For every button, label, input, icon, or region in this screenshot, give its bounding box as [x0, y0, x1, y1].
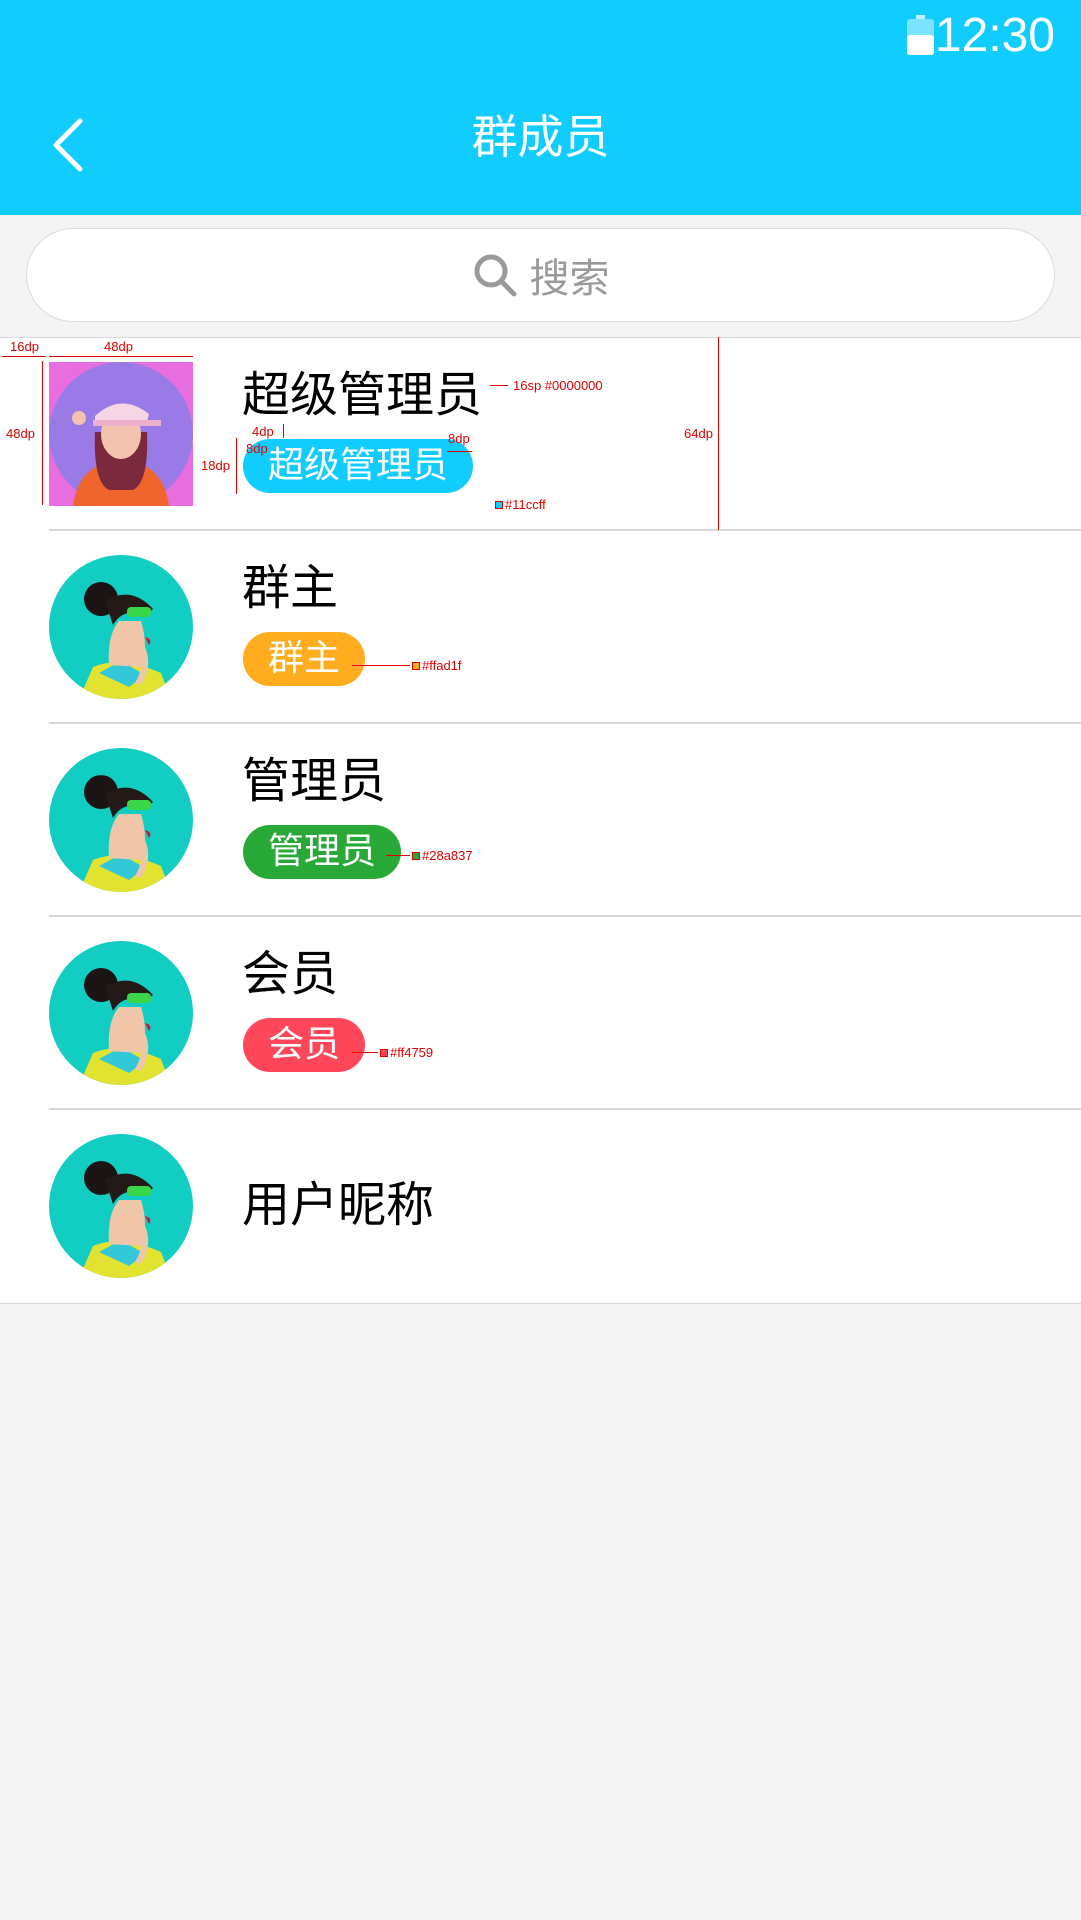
- status-time: 12:30: [934, 9, 1055, 62]
- annotation-line: [42, 361, 43, 505]
- page-title: 群成员: [471, 110, 610, 164]
- annotation-line: [236, 438, 237, 494]
- battery-icon: [907, 15, 934, 55]
- role-badge: 超级管理员: [243, 439, 474, 493]
- role-badge: 群主: [243, 632, 366, 686]
- annotation-row-height: 64dp: [684, 426, 713, 441]
- annotation-color-member: #ff4759: [390, 1045, 434, 1060]
- annotation-badge-padding-right: 8dp: [448, 431, 470, 446]
- member-name: 会员: [242, 946, 339, 1002]
- member-row-admin[interactable]: 管理员 管理员: [0, 724, 1081, 917]
- member-name: 群主: [242, 560, 339, 616]
- annotation-color-admin: #28a837: [422, 848, 473, 863]
- annotation-line: [386, 855, 410, 856]
- role-badge: 管理员: [243, 825, 402, 879]
- annotation-line: [718, 337, 719, 530]
- member-list: 超级管理员 超级管理员 群主 群主 管理员 管理员 会员 会员 用户昵称: [0, 337, 1081, 1304]
- annotation-avatar-width: 48dp: [104, 339, 133, 354]
- avatar: [49, 362, 193, 506]
- search-placeholder: 搜索: [529, 256, 610, 302]
- annotation-name-spec: 16sp #0000000: [513, 378, 603, 393]
- app-header: 12:30 群成员: [0, 0, 1081, 215]
- annotation-left-margin: 16dp: [10, 339, 39, 354]
- member-row-owner[interactable]: 群主 群主: [0, 531, 1081, 724]
- annotation-badge-padding-left: 8dp: [246, 441, 268, 456]
- annotation-line: [283, 424, 284, 438]
- annotation-avatar-height: 48dp: [6, 426, 35, 441]
- member-row-member[interactable]: 会员 会员: [0, 917, 1081, 1110]
- search-input[interactable]: 搜索: [26, 228, 1055, 322]
- annotation-line: [490, 385, 508, 386]
- member-row-user[interactable]: 用户昵称: [0, 1110, 1081, 1303]
- annotation-badge-height: 18dp: [201, 458, 230, 473]
- annotation-swatch: [380, 1049, 388, 1057]
- annotation-color-super-admin: #11ccff: [505, 497, 546, 512]
- avatar: [49, 748, 193, 892]
- member-name: 超级管理员: [242, 367, 483, 423]
- annotation-line: [49, 356, 193, 357]
- annotation-line: [352, 1052, 378, 1053]
- annotation-swatch: [412, 662, 420, 670]
- annotation-line: [447, 451, 472, 452]
- role-badge: 会员: [243, 1018, 366, 1072]
- member-name: 用户昵称: [242, 1177, 435, 1233]
- annotation-line: [352, 665, 410, 666]
- search-icon: [474, 254, 516, 297]
- avatar: [49, 1134, 193, 1278]
- avatar: [49, 941, 193, 1085]
- annotation-color-owner: #ffad1f: [422, 658, 462, 673]
- avatar: [49, 555, 193, 699]
- annotation-line: [2, 356, 46, 357]
- member-name: 管理员: [242, 753, 387, 809]
- annotation-swatch: [412, 852, 420, 860]
- annotation-swatch: [495, 501, 503, 509]
- annotation-gap: 4dp: [252, 424, 274, 439]
